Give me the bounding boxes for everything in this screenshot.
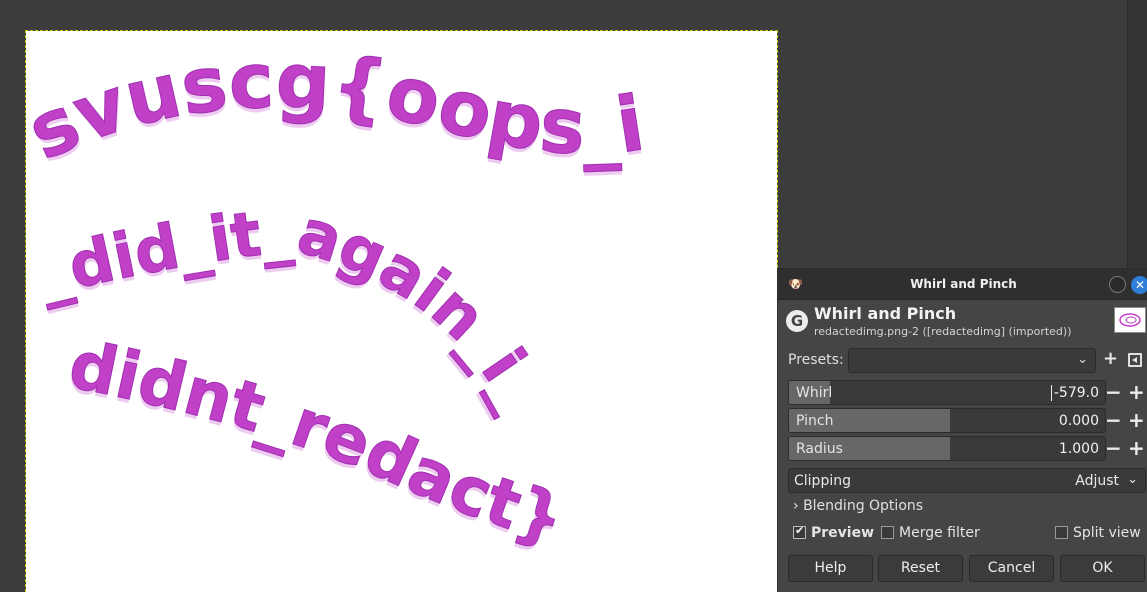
merge-filter-checkbox[interactable]: Merge filter bbox=[881, 525, 980, 541]
help-button[interactable]: Help bbox=[788, 555, 873, 582]
clipping-label: Clipping bbox=[794, 473, 851, 489]
whirl-label: Whirl bbox=[796, 385, 833, 401]
merge-check-icon bbox=[881, 526, 894, 539]
preview-check-icon bbox=[793, 524, 806, 539]
preview-label: Preview bbox=[811, 525, 875, 541]
pinch-label: Pinch bbox=[796, 413, 834, 429]
whirl-decrement-button[interactable]: − bbox=[1105, 382, 1122, 402]
split-view-label: Split view bbox=[1073, 525, 1141, 541]
header-subtitle: redactedimg.png-2 ([redactedimg] (import… bbox=[814, 325, 1072, 338]
blending-options-expander[interactable]: › Blending Options bbox=[793, 498, 923, 514]
split-check-icon bbox=[1055, 526, 1068, 539]
reset-button[interactable]: Reset bbox=[878, 555, 963, 582]
whirl-increment-button[interactable]: + bbox=[1128, 382, 1145, 402]
clipping-dropdown[interactable]: Clipping Adjust ⌄ bbox=[788, 468, 1146, 493]
svg-text:svuscg{oops_i: svuscg{oops_i bbox=[26, 35, 650, 177]
image-canvas[interactable]: svuscg{oops_i _did_it_again_i_ didnt_red… bbox=[25, 30, 778, 592]
canvas-line-1: svuscg{oops_i bbox=[26, 35, 650, 178]
presets-label: Presets: bbox=[788, 352, 844, 368]
cancel-button[interactable]: Cancel bbox=[969, 555, 1054, 582]
close-button[interactable]: ✕ bbox=[1131, 276, 1147, 294]
split-view-checkbox[interactable]: Split view bbox=[1055, 525, 1141, 541]
radius-decrement-button[interactable]: − bbox=[1105, 438, 1122, 458]
dialog-header: G Whirl and Pinch redactedimg.png-2 ([re… bbox=[778, 301, 1147, 343]
whirl-slider[interactable]: Whirl -579.0 bbox=[788, 380, 1106, 405]
presets-combo[interactable]: ⌄ bbox=[848, 348, 1096, 373]
clipping-value: Adjust bbox=[1075, 473, 1119, 489]
add-preset-icon[interactable]: + bbox=[1103, 349, 1118, 369]
chevron-right-icon: › bbox=[793, 498, 799, 514]
presets-row: Presets: ⌄ + bbox=[778, 348, 1147, 374]
pinch-decrement-button[interactable]: − bbox=[1105, 410, 1122, 430]
blending-options-label: Blending Options bbox=[803, 498, 924, 514]
merge-filter-label: Merge filter bbox=[899, 525, 980, 541]
whirl-value[interactable]: -579.0 bbox=[1054, 385, 1099, 401]
preview-checkbox[interactable]: Preview bbox=[793, 524, 875, 541]
pinch-increment-button[interactable]: + bbox=[1128, 410, 1145, 430]
preset-menu-icon[interactable] bbox=[1128, 353, 1142, 367]
whirl-pinch-dialog: 🐶 Whirl and Pinch ✕ G Whirl and Pinch re… bbox=[777, 268, 1147, 592]
chevron-down-icon: ⌄ bbox=[1077, 352, 1088, 367]
thumbnail-swirl-icon bbox=[1119, 313, 1141, 327]
ok-button[interactable]: OK bbox=[1060, 555, 1145, 582]
gegl-logo-icon: G bbox=[786, 310, 808, 332]
radius-slider[interactable]: Radius 1.000 bbox=[788, 436, 1106, 461]
radius-increment-button[interactable]: + bbox=[1128, 438, 1145, 458]
text-cursor bbox=[1051, 385, 1052, 401]
radius-value[interactable]: 1.000 bbox=[1059, 441, 1099, 457]
dialog-window-title: Whirl and Pinch bbox=[910, 277, 1017, 291]
pinch-slider[interactable]: Pinch 0.000 bbox=[788, 408, 1106, 433]
minimize-button[interactable] bbox=[1109, 276, 1126, 293]
header-title: Whirl and Pinch bbox=[814, 304, 957, 323]
chevron-down-icon: ⌄ bbox=[1127, 472, 1138, 487]
dialog-titlebar[interactable]: 🐶 Whirl and Pinch ✕ bbox=[778, 269, 1147, 300]
pinch-value[interactable]: 0.000 bbox=[1059, 413, 1099, 429]
whirled-text-image: svuscg{oops_i _did_it_again_i_ didnt_red… bbox=[26, 35, 650, 563]
image-thumbnail bbox=[1114, 307, 1146, 333]
radius-label: Radius bbox=[796, 441, 843, 457]
